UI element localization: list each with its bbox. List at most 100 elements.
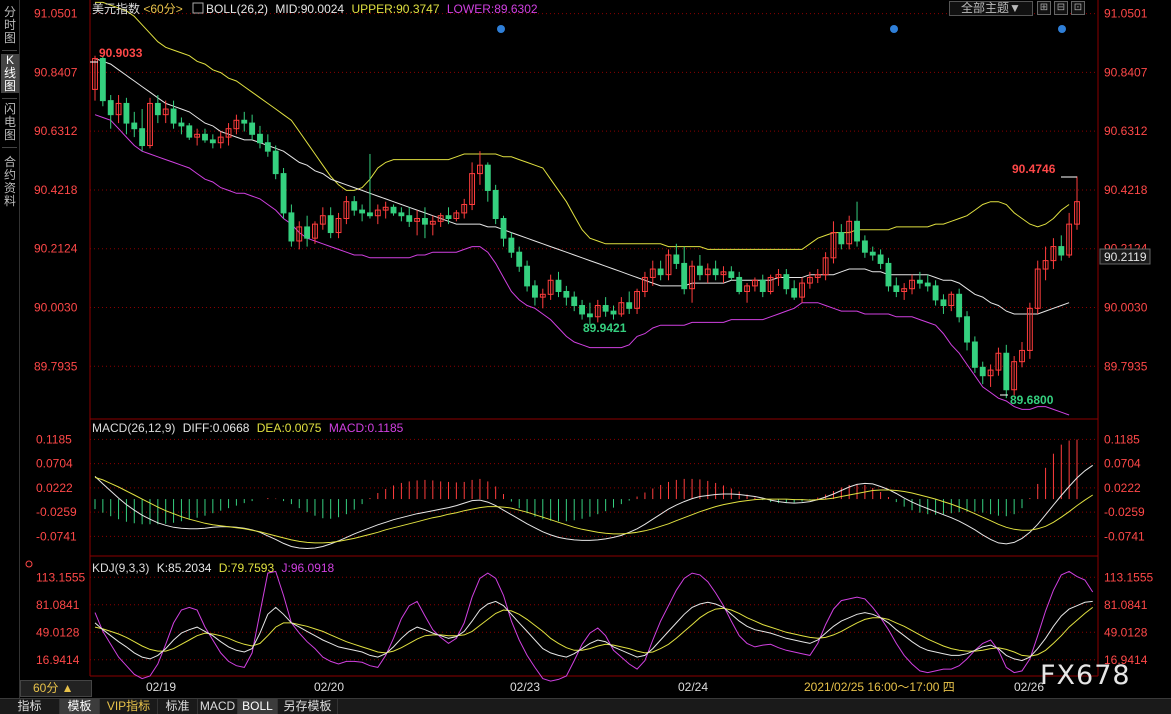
svg-text:KDJ(9,3,3) K:85.2034 D: KDJ(9,3,3) K:85.2034 D:79.7593 J:96.0918 — [92, 561, 335, 575]
sidebar-item-timeshare[interactable]: 分时图 — [1, 6, 19, 45]
tab-macd[interactable]: MACD — [198, 699, 238, 714]
sidebar-item-lightning[interactable]: 闪电图 — [1, 103, 19, 142]
candle-body — [869, 251, 876, 256]
y-tick-label: 113.1555 — [36, 570, 85, 584]
y-tick-label: 90.6312 — [1104, 124, 1148, 138]
y-tick-label: -0.0741 — [36, 529, 77, 543]
kdj-d-value: D:79.7593 — [219, 561, 275, 575]
settings-dot-icon[interactable] — [25, 560, 33, 568]
event-marker-icon[interactable] — [890, 25, 898, 33]
indicator-toggle-icon[interactable] — [192, 2, 204, 14]
candle-body — [186, 125, 193, 138]
candle-body — [861, 240, 868, 253]
candle-body — [563, 290, 570, 298]
y-tick-label: -0.0259 — [36, 505, 77, 519]
svg-text:BOLL(26,2) MID:90.0024: BOLL(26,2) MID:90.0024 UPPER:90.3747 LOW… — [206, 2, 538, 16]
y-tick-label: 49.0128 — [36, 625, 80, 639]
candle-body — [791, 288, 798, 298]
candle-body — [532, 285, 538, 298]
candle-body — [107, 100, 114, 116]
svg-text:MACD(26,12,9) DIFF:0.0668: MACD(26,12,9) DIFF:0.0668 DEA:0.0075 MAC… — [92, 421, 404, 435]
candle-body — [500, 218, 507, 239]
candle-body — [492, 189, 499, 220]
y-tick-label: 0.0222 — [1104, 481, 1141, 495]
candle-body — [964, 316, 970, 343]
y-tick-label: -0.0259 — [1104, 505, 1145, 519]
tab-indicators[interactable]: 指标 — [0, 699, 60, 714]
y-tick-label: 90.8407 — [1104, 65, 1148, 79]
candle-body — [359, 209, 366, 214]
tab-boll[interactable]: BOLL — [238, 699, 278, 714]
candle-body — [673, 254, 680, 264]
boll-mid-line — [94, 58, 1070, 315]
sidebar-item-contract-info[interactable]: 合约资料 — [1, 156, 19, 208]
theme-dropdown[interactable]: 全部主题▼ — [949, 1, 1033, 16]
candle-body — [390, 206, 397, 214]
candle-body — [516, 251, 523, 267]
candle-body — [759, 279, 766, 292]
event-marker-icon[interactable] — [1058, 25, 1066, 33]
candle-body — [571, 296, 578, 307]
low-annotation-2: 89.6800 — [1010, 393, 1054, 407]
candle-body — [783, 274, 790, 290]
boll-bands — [94, 1, 1070, 416]
y-tick-label: 89.7935 — [34, 359, 78, 373]
candle-body — [728, 271, 735, 278]
kdj-panel — [94, 570, 1094, 682]
candle-body — [854, 220, 860, 242]
svg-text:美元指数 <60分>: 美元指数 <60分> — [92, 1, 183, 16]
period-selector[interactable]: 60分 ▲ — [20, 680, 92, 697]
maximize-icon[interactable]: ⊡ — [1071, 1, 1085, 15]
boll-lower-value: LOWER:89.6302 — [447, 2, 538, 16]
candlestick-series — [92, 55, 1080, 399]
y-tick-label: 0.0704 — [36, 457, 73, 471]
macd-dea-value: DEA:0.0075 — [257, 421, 322, 435]
sidebar-item-kline[interactable]: K线图 — [1, 54, 19, 93]
event-marker-icon[interactable] — [497, 25, 505, 33]
candle-body — [657, 268, 664, 276]
candle-body — [280, 173, 287, 214]
sidebar-divider — [2, 50, 17, 51]
candle-body — [123, 102, 130, 124]
candle-body — [209, 139, 216, 144]
zoom-out-icon[interactable]: ⊟ — [1054, 1, 1068, 15]
candle-body — [264, 142, 271, 152]
candle-body — [257, 133, 263, 144]
candle-body — [178, 122, 185, 127]
x-label: 02/19 — [146, 680, 176, 694]
candle-body — [272, 150, 279, 175]
candle-body — [508, 237, 515, 253]
y-tick-label: 113.1555 — [1104, 570, 1153, 584]
candle-body — [979, 366, 986, 377]
crosshair-time-label: 2021/02/25 16:00～17:00 四 — [804, 680, 955, 694]
crosshair-icon[interactable]: ⊞ — [1037, 1, 1051, 15]
y-tick-label: 16.9414 — [36, 653, 80, 667]
candle-body — [712, 268, 719, 276]
watermark-logo: FX678 — [1040, 660, 1131, 691]
candle-body — [367, 212, 373, 217]
y-tick-label: 0.0222 — [36, 481, 73, 495]
y-tick-label: 91.0501 — [1104, 7, 1148, 21]
y-tick-label: 81.0841 — [36, 598, 80, 612]
symbol-name: 美元指数 — [92, 1, 140, 16]
candle-body — [202, 133, 208, 141]
candle-body — [139, 128, 146, 147]
sidebar-divider — [2, 147, 17, 148]
candle-body — [288, 212, 295, 242]
y-tick-label: 90.0030 — [1104, 300, 1148, 314]
tab-templates[interactable]: 模板 — [60, 699, 100, 714]
kline-chart[interactable]: 91.0501 91.0501 90.8407 90.8407 90.6312 90.63… — [0, 0, 1171, 698]
candle-body — [524, 265, 531, 287]
candle-body — [241, 119, 248, 124]
tab-standard[interactable]: 标准 — [158, 699, 198, 714]
candle-body — [916, 279, 923, 284]
candle-body — [736, 276, 743, 292]
y-tick-label: 0.0704 — [1104, 457, 1141, 471]
left-sidebar: 分时图 K线图 闪电图 合约资料 — [0, 0, 20, 698]
tab-vip-indicators[interactable]: VIP指标 — [100, 699, 158, 714]
candle-body — [1003, 352, 1010, 391]
y-tick-label: 89.7935 — [1104, 359, 1148, 373]
tab-save-template[interactable]: 另存模板 — [278, 699, 338, 714]
candle-body — [99, 58, 106, 102]
candle-body — [170, 108, 177, 124]
